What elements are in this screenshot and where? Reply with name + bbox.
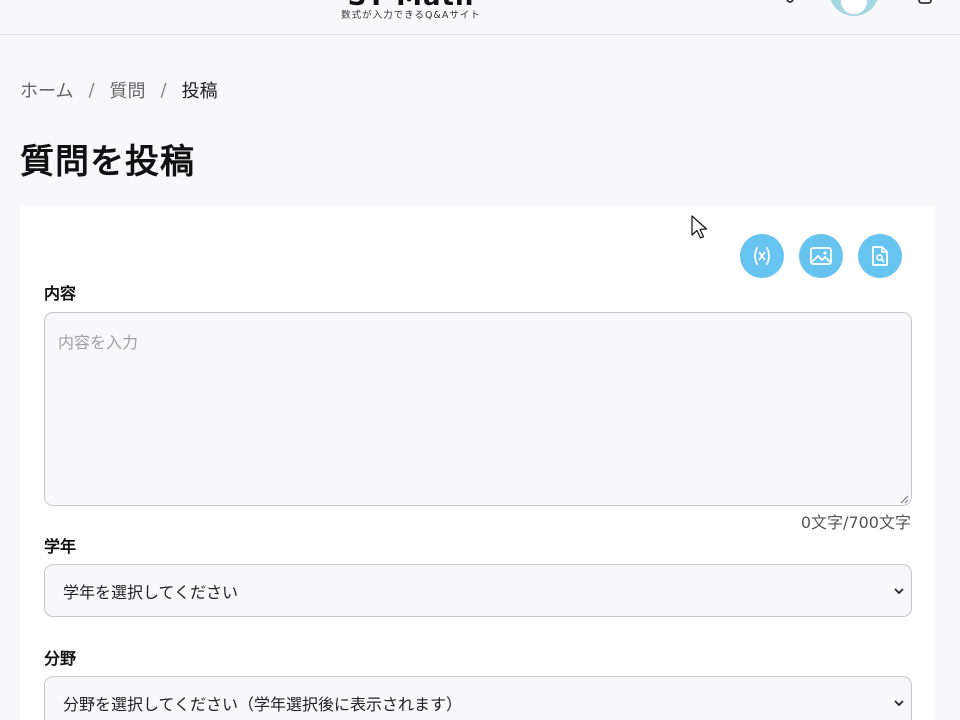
content-label: 内容 <box>44 284 77 303</box>
logo-subtitle: 数式が入力できるQ&Aサイト <box>341 10 481 21</box>
mouse-cursor-icon <box>691 215 708 239</box>
insert-formula-button[interactable] <box>740 234 784 278</box>
formula-icon <box>754 247 770 265</box>
breadcrumb-separator: / <box>160 79 167 101</box>
subject-select[interactable]: 分野を選択してください（学年選択後に表示されます） <box>44 676 912 720</box>
grade-select-value: 学年を選択してください <box>63 582 239 602</box>
site-logo[interactable]: ST Math 数式が入力できるQ&Aサイト <box>336 0 486 22</box>
breadcrumb-questions[interactable]: 質問 <box>110 77 146 103</box>
content-textarea[interactable] <box>44 312 912 506</box>
question-form: 内容 0文字/700文字 学年 学年を選択してください 分野 分野を選択してくだ… <box>20 206 935 720</box>
menu-icon[interactable] <box>14 0 40 4</box>
subject-label: 分野 <box>44 649 77 668</box>
logo-text: ST Math <box>336 0 486 10</box>
image-icon <box>810 247 832 265</box>
breadcrumb-home[interactable]: ホーム <box>20 77 73 103</box>
preview-button[interactable] <box>858 234 902 278</box>
insert-image-button[interactable] <box>799 234 843 278</box>
chevron-down-icon <box>894 699 904 706</box>
grade-label: 学年 <box>44 537 77 556</box>
breadcrumb-current: 投稿 <box>181 81 218 102</box>
header: ST Math 数式が入力できるQ&Aサイト <box>0 0 960 35</box>
page-title: 質問を投稿 <box>20 142 195 182</box>
breadcrumb: ホーム / 質問 / 投稿 <box>20 77 218 103</box>
breadcrumb-separator: / <box>88 79 95 101</box>
resize-handle-icon[interactable] <box>900 495 909 504</box>
chevron-down-icon <box>894 587 904 594</box>
character-counter: 0文字/700文字 <box>800 513 911 532</box>
subject-select-value: 分野を選択してください（学年選択後に表示されます） <box>63 694 463 714</box>
grade-select[interactable]: 学年を選択してください <box>44 564 912 617</box>
bell-icon[interactable] <box>778 0 802 8</box>
avatar[interactable] <box>829 0 879 16</box>
cart-icon[interactable] <box>916 0 934 10</box>
document-search-icon <box>872 246 888 266</box>
